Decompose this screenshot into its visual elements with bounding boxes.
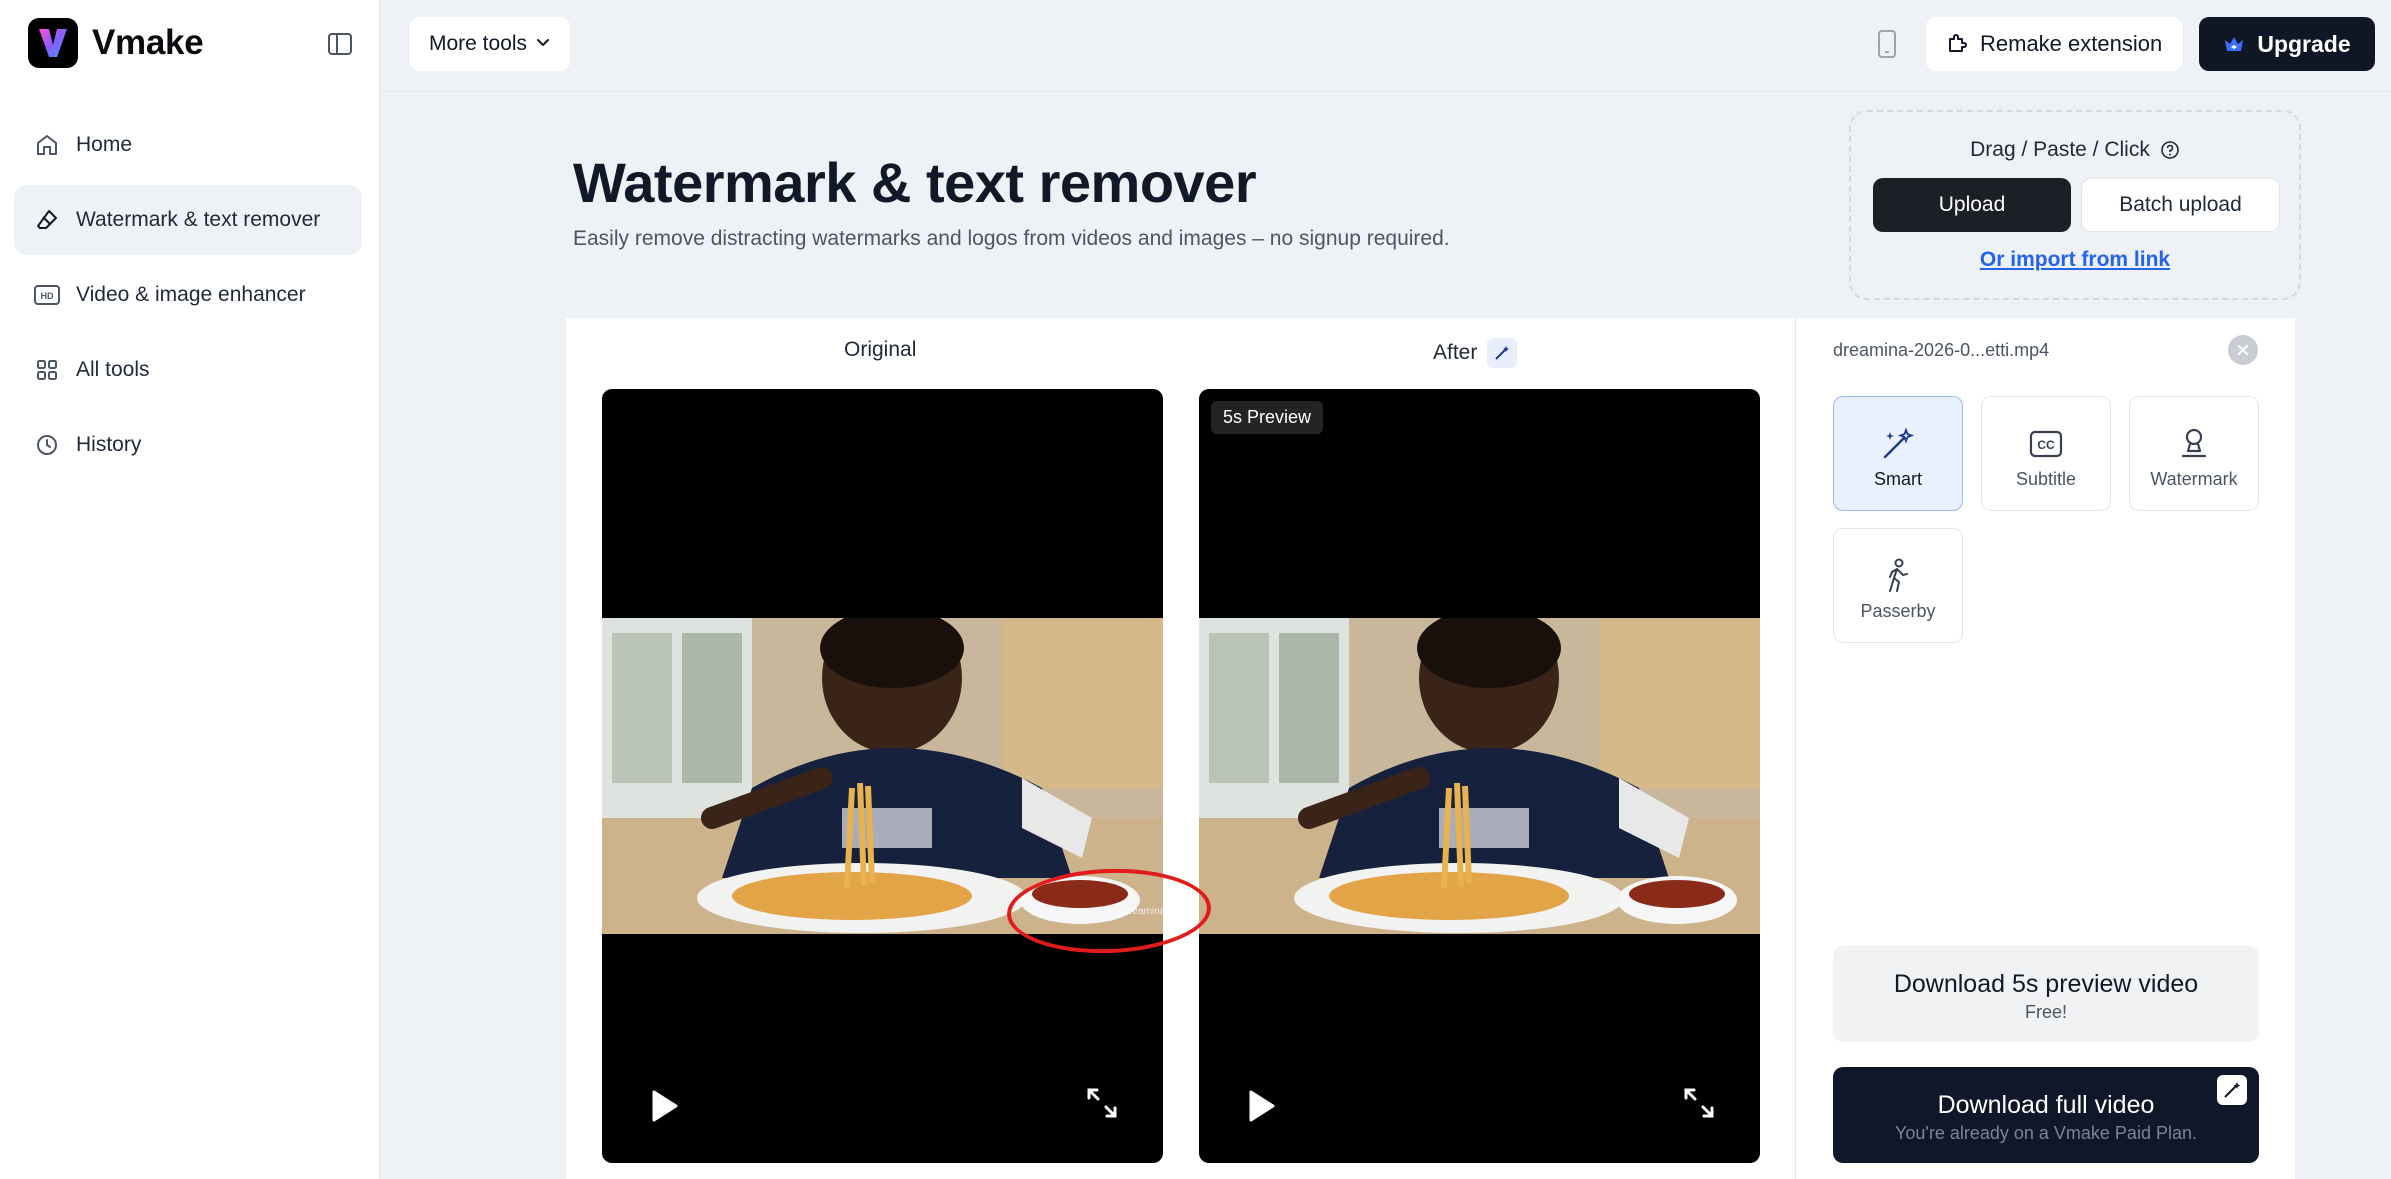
hd-icon: HD	[32, 280, 62, 310]
download-full-note: You're already on a Vmake Paid Plan.	[1895, 1123, 2197, 1143]
video-frame-image	[1199, 618, 1760, 934]
drag-label-text: Drag / Paste / Click	[1970, 138, 2150, 161]
sidebar-item-label: Watermark & text remover	[76, 208, 321, 231]
magic-wand-icon	[2217, 1075, 2247, 1105]
puzzle-icon	[1949, 34, 1967, 52]
help-icon[interactable]	[2160, 140, 2180, 160]
download-preview-button[interactable]: Download 5s preview video Free!	[1833, 946, 2259, 1042]
fullscreen-icon[interactable]	[1085, 1086, 1119, 1125]
app-name: Vmake	[92, 23, 204, 62]
eraser-icon	[32, 205, 62, 235]
sidebar-item-history[interactable]: History	[14, 410, 362, 480]
mode-label: Subtitle	[2015, 469, 2077, 489]
person-stamp-icon	[2175, 425, 2213, 463]
mode-subtitle[interactable]: CC Subtitle	[1981, 396, 2111, 511]
fullscreen-icon[interactable]	[1682, 1086, 1716, 1125]
mode-smart[interactable]: Smart	[1833, 396, 1963, 511]
logo[interactable]: Vmake	[28, 18, 204, 68]
download-full-button[interactable]: Download full video You're already on a …	[1833, 1067, 2259, 1163]
vmake-logo-icon	[28, 18, 78, 68]
after-video-player[interactable]: 5s Preview	[1199, 389, 1760, 1163]
sidebar: Vmake Home Watermark & text remover HD V…	[0, 0, 380, 1179]
remake-extension-button[interactable]: Remake extension	[1926, 17, 2183, 71]
file-name: dreamina-2026-0...etti.mp4	[1833, 340, 2050, 360]
upload-dropzone[interactable]: Drag / Paste / Click Upload Batch upload…	[1849, 110, 2301, 300]
compare-panel: Original After Dreamina AI	[566, 318, 1795, 1179]
page-title: Watermark & text remover	[573, 151, 1257, 214]
original-label-text: Original	[844, 338, 917, 361]
upgrade-label: Upgrade	[2257, 30, 2351, 57]
mode-label: Passerby	[1860, 601, 1936, 621]
sidebar-item-home[interactable]: Home	[14, 110, 362, 180]
close-icon[interactable]	[2228, 335, 2258, 365]
play-icon[interactable]	[1245, 1089, 1277, 1128]
crown-icon	[2225, 37, 2244, 51]
after-label-text: After	[1433, 341, 1478, 364]
batch-upload-button[interactable]: Batch upload	[2081, 178, 2280, 232]
mode-passerby[interactable]: Passerby	[1833, 528, 1963, 643]
sidebar-toggle-icon[interactable]	[324, 28, 356, 60]
top-bar: More tools Remake extension Upgrade	[380, 0, 2391, 92]
sidebar-item-all-tools[interactable]: All tools	[14, 335, 362, 405]
download-preview-note: Free!	[2024, 1002, 2067, 1022]
sidebar-item-enhancer[interactable]: HD Video & image enhancer	[14, 260, 362, 330]
svg-text:HD: HD	[41, 291, 54, 301]
page-subtitle: Easily remove distracting watermarks and…	[573, 227, 1450, 250]
magic-wand-icon	[1487, 338, 1518, 368]
upgrade-button[interactable]: Upgrade	[2199, 17, 2375, 71]
import-from-link[interactable]: Or import from link	[1851, 248, 2299, 272]
home-icon	[32, 130, 62, 160]
sidebar-item-label: Video & image enhancer	[76, 283, 306, 306]
sidebar-item-label: Home	[76, 133, 133, 156]
chevron-down-icon	[535, 32, 551, 56]
drag-paste-label: Drag / Paste / Click	[1851, 138, 2299, 162]
walking-person-icon	[1879, 557, 1917, 595]
after-label: After	[1433, 338, 1518, 368]
upload-button[interactable]: Upload	[1873, 178, 2071, 232]
magic-wand-icon	[1879, 425, 1917, 463]
svg-text:CC: CC	[2037, 438, 2055, 452]
mode-label: Smart	[1873, 469, 1922, 489]
sidebar-item-watermark-remover[interactable]: Watermark & text remover	[14, 185, 362, 255]
mobile-phone-icon[interactable]	[1870, 26, 1904, 62]
clock-icon	[32, 430, 62, 460]
download-preview-title: Download 5s preview video	[1893, 970, 2199, 998]
remake-extension-label: Remake extension	[1980, 31, 2163, 56]
mode-label: Watermark	[2150, 469, 2238, 489]
more-tools-label: More tools	[429, 32, 528, 55]
grid-icon	[32, 355, 62, 385]
mode-watermark[interactable]: Watermark	[2129, 396, 2259, 511]
sidebar-nav: Home Watermark & text remover HD Video &…	[14, 110, 362, 485]
play-icon[interactable]	[648, 1089, 680, 1128]
options-panel: dreamina-2026-0...etti.mp4 Smart CC Subt…	[1795, 318, 2295, 1179]
original-label: Original	[844, 338, 916, 362]
download-full-title: Download full video	[1937, 1091, 2155, 1119]
sidebar-item-label: All tools	[76, 358, 150, 381]
sidebar-item-label: History	[76, 433, 142, 456]
more-tools-dropdown[interactable]: More tools	[410, 17, 571, 71]
original-video-player[interactable]: Dreamina AI	[602, 389, 1163, 1163]
cc-icon: CC	[2027, 425, 2065, 463]
preview-tag: 5s Preview	[1211, 401, 1324, 434]
